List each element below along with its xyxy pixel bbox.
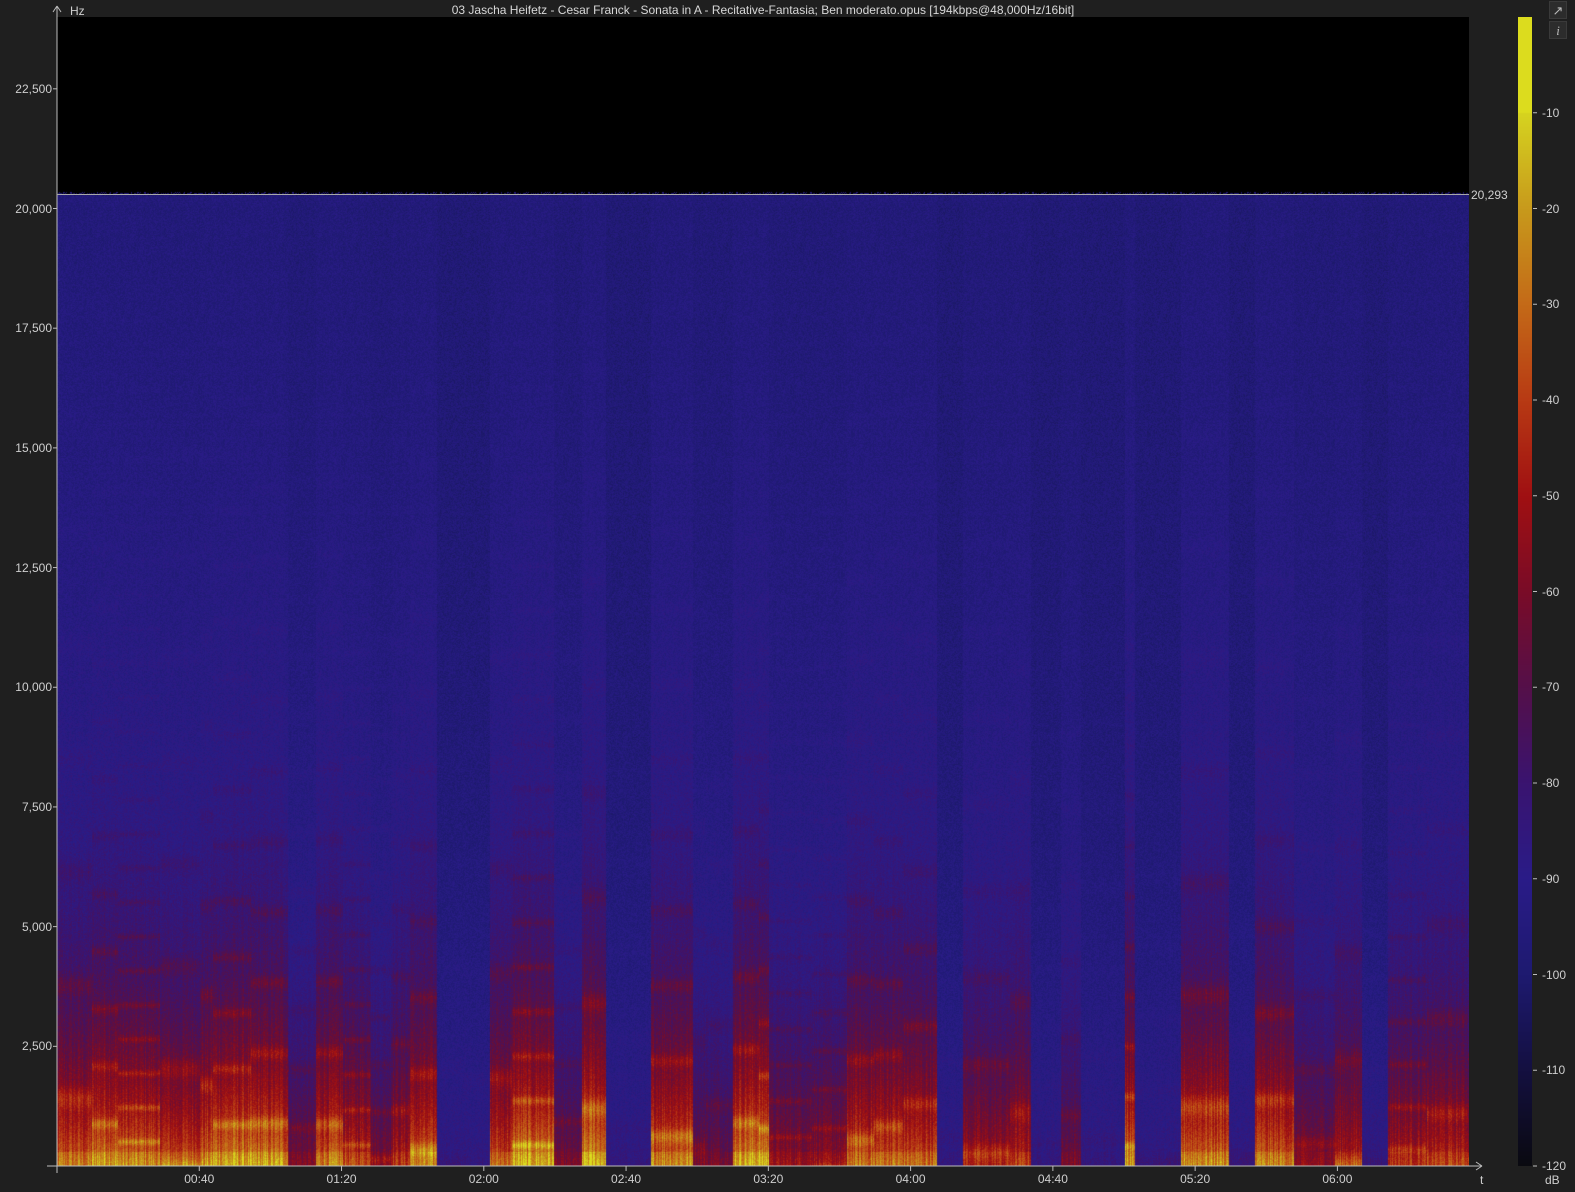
- y-tick-label: 5,000: [21, 919, 52, 934]
- cutoff-label: 20,293: [1471, 188, 1508, 202]
- colorbar-tick-label: -90: [1542, 871, 1560, 886]
- colorbar: [1518, 17, 1532, 1166]
- colorbar-tick-label: -110: [1542, 1063, 1566, 1078]
- y-tick-label: 20,000: [15, 201, 52, 216]
- x-tick-label: 04:40: [1037, 1172, 1068, 1186]
- x-tick-label: 05:20: [1180, 1172, 1211, 1186]
- colorbar-tick-label: -20: [1542, 201, 1560, 216]
- x-tick-label: 02:00: [468, 1172, 499, 1186]
- x-axis-arrow: [1475, 1161, 1483, 1167]
- info-button[interactable]: i: [1549, 21, 1567, 39]
- colorbar-tick-label: -80: [1542, 776, 1560, 790]
- colorbar-tick-label: -30: [1542, 297, 1560, 312]
- x-tick-label: 02:40: [611, 1172, 642, 1186]
- y-axis-arrow: [52, 5, 58, 13]
- x-tick-label: 03:20: [753, 1172, 784, 1186]
- y-tick-label: 2,500: [21, 1039, 52, 1054]
- axes: [47, 5, 1537, 1173]
- y-axis-arrow: [56, 5, 62, 13]
- y-tick-label: 7,500: [21, 799, 52, 814]
- external-link-icon: ↗: [1552, 3, 1564, 18]
- x-tick-label: 06:00: [1322, 1172, 1353, 1186]
- y-tick-label: 12,500: [15, 560, 52, 575]
- y-tick-label: 22,500: [15, 81, 52, 96]
- colorbar-tick-label: -50: [1542, 488, 1560, 503]
- popout-button[interactable]: ↗: [1549, 1, 1567, 19]
- x-tick-label: 01:20: [326, 1172, 357, 1186]
- y-tick-label: 10,000: [15, 680, 52, 695]
- x-tick-label: 04:00: [895, 1172, 926, 1186]
- x-tick-label: 00:40: [184, 1172, 215, 1186]
- y-tick-label: 17,500: [15, 321, 52, 336]
- colorbar-unit: dB: [1545, 1173, 1560, 1187]
- y-axis-unit: Hz: [70, 4, 85, 18]
- colorbar-tick-label: -40: [1542, 393, 1560, 407]
- colorbar-tick-label: -70: [1542, 680, 1560, 695]
- colorbar-tick-label: -100: [1542, 967, 1567, 982]
- x-axis-arrow: [1475, 1165, 1483, 1171]
- colorbar-tick-label: -60: [1542, 584, 1560, 599]
- x-axis-unit: t: [1480, 1173, 1484, 1187]
- colorbar-tick-label: -120: [1542, 1159, 1567, 1173]
- colorbar-tick-label: -10: [1542, 105, 1560, 120]
- y-tick-label: 15,000: [15, 440, 52, 455]
